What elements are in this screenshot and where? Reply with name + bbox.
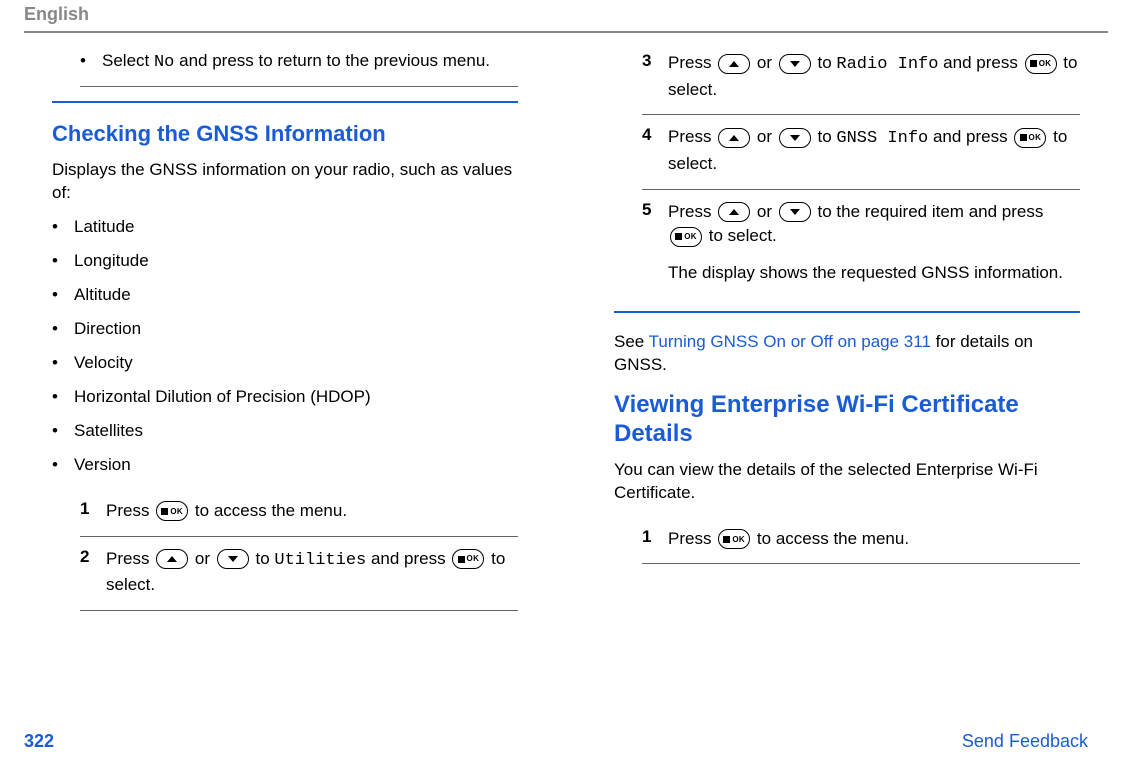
bullet-text-mono: No [154,53,174,72]
step-text: or [195,549,215,568]
bullet-text-pre: Select [102,51,154,70]
menu-ok-button-icon: OK [1025,54,1057,74]
step-text: Press [106,549,154,568]
step-text: Press [668,127,716,146]
down-arrow-button-icon [779,128,811,148]
step-text: to [818,127,837,146]
send-feedback-link[interactable]: Send Feedback [962,731,1088,752]
step-number: 2 [80,547,106,598]
two-column-layout: • Select No and press to return to the p… [24,51,1108,611]
menu-option-mono: Radio Info [836,55,938,74]
list-item-label: Velocity [74,353,518,373]
bullet-dot-icon: • [52,319,74,339]
step-2: 2 Press or to Utilities and press OK to … [80,537,518,610]
section-divider-blue [614,311,1080,313]
step-number: 4 [642,125,668,176]
bullet-dot-icon: • [80,51,102,72]
step-text: to access the menu. [757,529,909,548]
step-text: and press [371,549,450,568]
step-text: to [818,53,837,72]
step-text: to the required item and press [818,202,1044,221]
list-item-label: Altitude [74,285,518,305]
cross-reference-link[interactable]: Turning GNSS On or Off on page 311 [649,332,931,351]
step-1: 1 Press OK to access the menu. [80,489,518,536]
divider [80,610,518,611]
step-number: 1 [80,499,106,524]
step-text: to [256,549,275,568]
section-divider-blue [52,101,518,103]
down-arrow-button-icon [217,549,249,569]
page-header-language: English [24,0,1108,33]
step-3: 3 Press or to Radio Info and press OK to… [642,51,1080,114]
left-column: • Select No and press to return to the p… [24,51,546,611]
step-text: Press [106,501,154,520]
bullet-dot-icon: • [52,217,74,237]
intro-paragraph-2: You can view the details of the selected… [614,459,1080,505]
bullet-dot-icon: • [52,353,74,373]
see-text-pre: See [614,332,649,351]
page-number: 322 [24,731,54,752]
menu-ok-button-icon: OK [156,501,188,521]
heading-wifi-cert: Viewing Enterprise Wi-Fi Certificate Det… [614,391,1080,449]
step-4: 4 Press or to GNSS Info and press OK to … [642,115,1080,188]
menu-option-mono: Utilities [274,551,366,570]
bullet-dot-icon: • [52,285,74,305]
up-arrow-button-icon [718,128,750,148]
list-item-label: Longitude [74,251,518,271]
bullet-dot-icon: • [52,455,74,475]
bullet-dot-icon: • [52,387,74,407]
step-number: 1 [642,527,668,552]
step-result-text: The display shows the requested GNSS inf… [668,263,1063,282]
list-item-label: Latitude [74,217,518,237]
down-arrow-button-icon [779,202,811,222]
down-arrow-button-icon [779,54,811,74]
menu-ok-button-icon: OK [718,529,750,549]
menu-ok-button-icon: OK [670,227,702,247]
right-column: 3 Press or to Radio Info and press OK to… [586,51,1108,611]
up-arrow-button-icon [718,202,750,222]
step-5: 5 Press or to the required item and pres… [642,190,1080,298]
list-item: •Altitude [52,285,518,305]
see-reference: See Turning GNSS On or Off on page 311 f… [614,331,1080,377]
list-item-label: Horizontal Dilution of Precision (HDOP) [74,387,518,407]
list-item: •Satellites [52,421,518,441]
bullet-text-post: and press to return to the previous menu… [174,51,490,70]
list-item: •Horizontal Dilution of Precision (HDOP) [52,387,518,407]
step-text: Press [668,202,716,221]
step-text: or [757,202,777,221]
divider [642,563,1080,564]
step-text: or [757,127,777,146]
menu-option-mono: GNSS Info [836,129,928,148]
list-item: •Direction [52,319,518,339]
step-text: to access the menu. [195,501,347,520]
step-text: Press [668,53,716,72]
step-text: or [757,53,777,72]
step-number: 5 [642,200,668,286]
list-item: •Velocity [52,353,518,373]
bullet-dot-icon: • [52,251,74,271]
page-footer: 322 Send Feedback [0,731,1132,752]
bullet-dot-icon: • [52,421,74,441]
step-text: and press [933,127,1012,146]
list-item: •Longitude [52,251,518,271]
step-text: to select. [709,226,777,245]
intro-paragraph: Displays the GNSS information on your ra… [52,159,518,205]
up-arrow-button-icon [156,549,188,569]
menu-ok-button-icon: OK [1014,128,1046,148]
divider [80,86,518,87]
menu-ok-button-icon: OK [452,549,484,569]
list-item-label: Version [74,455,518,475]
step-number: 3 [642,51,668,102]
up-arrow-button-icon [718,54,750,74]
bullet-select-no: • Select No and press to return to the p… [80,51,518,72]
step-text: and press [943,53,1022,72]
list-item-label: Direction [74,319,518,339]
list-item: •Latitude [52,217,518,237]
list-item: •Version [52,455,518,475]
step-text: Press [668,529,716,548]
step-r1: 1 Press OK to access the menu. [642,517,1080,564]
heading-gnss-info: Checking the GNSS Information [52,121,518,147]
list-item-label: Satellites [74,421,518,441]
